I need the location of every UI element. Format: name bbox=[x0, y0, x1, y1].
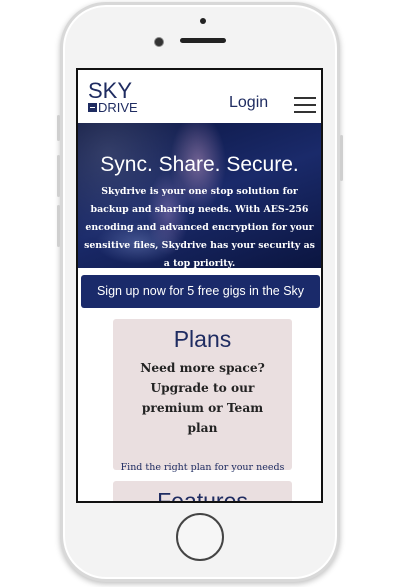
phone-side-button bbox=[57, 115, 60, 141]
login-link[interactable]: Login bbox=[229, 94, 268, 112]
plans-card: Plans Need more space? Upgrade to our pr… bbox=[113, 319, 292, 473]
phone-power-button bbox=[340, 135, 343, 181]
phone-volume-up-button bbox=[57, 155, 60, 197]
logo-top-text: SKY bbox=[88, 78, 133, 103]
skydrive-logo[interactable]: SKY DRIVE bbox=[88, 80, 138, 114]
phone-speaker bbox=[180, 38, 226, 43]
logo-bottom-text: DRIVE bbox=[98, 100, 138, 115]
phone-camera bbox=[154, 37, 164, 47]
logo-bottom-row: DRIVE bbox=[88, 101, 138, 114]
phone-home-button[interactable] bbox=[176, 513, 224, 561]
plans-link[interactable]: Find the right plan for your needs bbox=[113, 462, 292, 473]
hamburger-menu-icon[interactable] bbox=[294, 97, 316, 113]
plans-title: Plans bbox=[173, 326, 232, 352]
features-title: Features bbox=[157, 488, 248, 503]
site-header: SKY DRIVE Login bbox=[78, 70, 321, 123]
phone-volume-down-button bbox=[57, 205, 60, 247]
hero-title: Sync. Share. Secure. bbox=[100, 153, 299, 176]
phone-screen: SKY DRIVE Login Sync. Share. Secure. Sky… bbox=[76, 68, 323, 503]
logo-box-icon bbox=[88, 103, 97, 112]
signup-button[interactable]: Sign up now for 5 free gigs in the Sky bbox=[81, 275, 320, 308]
phone-sensor-dot bbox=[200, 18, 206, 24]
hero-description: Skydrive is your one stop solution for b… bbox=[84, 186, 315, 269]
hero-banner: Sync. Share. Secure. Skydrive is your on… bbox=[78, 123, 321, 269]
plans-description: Need more space? Upgrade to our premium … bbox=[140, 361, 265, 435]
features-card: Features bbox=[113, 481, 292, 503]
